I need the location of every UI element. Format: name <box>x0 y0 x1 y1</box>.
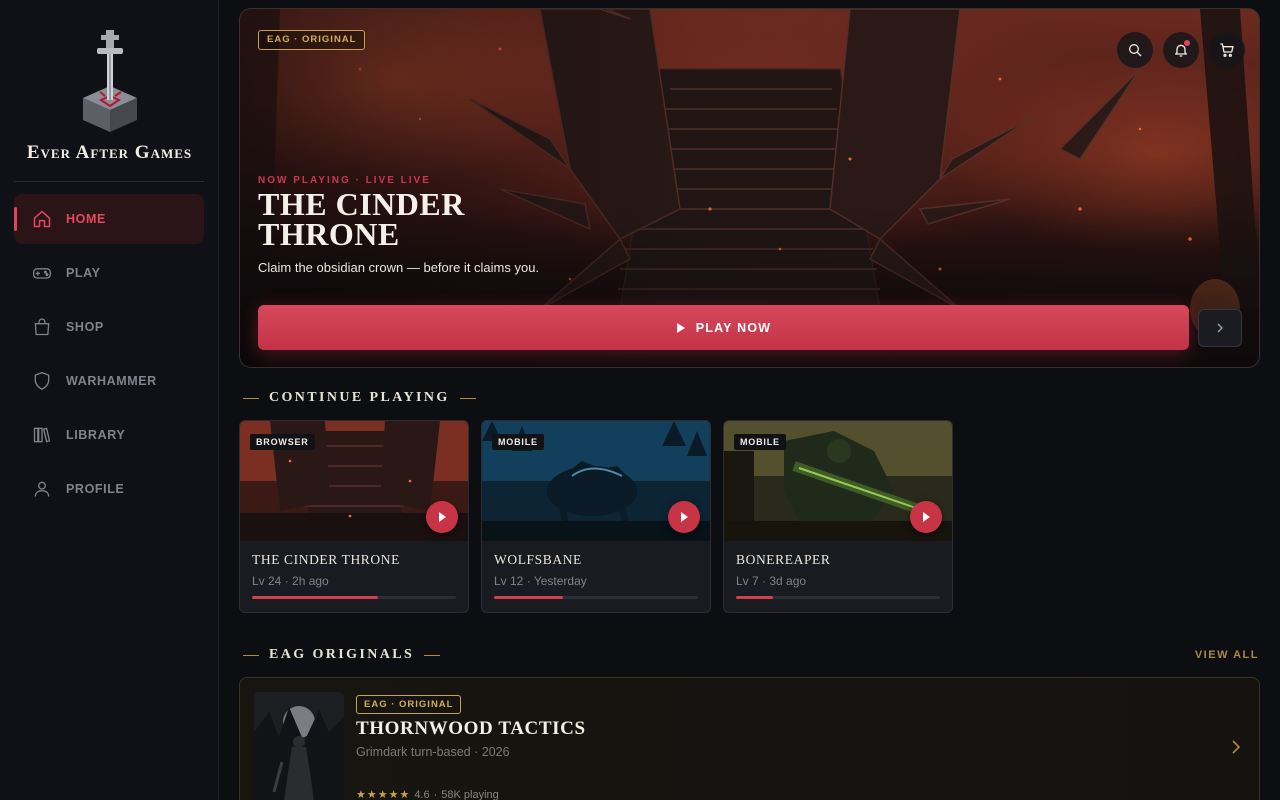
shopping-bag-icon <box>32 317 52 337</box>
platform-tag: BROWSER <box>250 434 315 450</box>
game-meta: Lv 12 · Yesterday <box>494 574 587 588</box>
continue-playing-header: CONTINUE PLAYING <box>243 390 476 406</box>
original-badge: EAG · ORIGINAL <box>356 695 462 714</box>
rating-value: 4.6 <box>414 788 430 800</box>
sidebar-item-library[interactable]: LIBRARY <box>14 410 204 460</box>
game-title: WOLFSBANE <box>494 552 582 567</box>
sidebar-item-label: PLAY <box>66 266 101 280</box>
hero-title: THE CINDER THRONE <box>258 186 465 252</box>
players-count: 58K playing <box>441 788 499 800</box>
platform-tag: MOBILE <box>492 434 544 450</box>
play-icon <box>923 512 930 522</box>
platform-tag: MOBILE <box>734 434 786 450</box>
shield-icon <box>32 371 52 391</box>
rating-separator: · <box>433 788 438 800</box>
game-level: Lv 24 <box>252 574 282 588</box>
sidebar-item-label: SHOP <box>66 320 104 334</box>
progress-bar <box>736 596 940 599</box>
hero-banner[interactable]: EAG · ORIGINAL NOW PLAYING · LIVE LIVE T… <box>239 8 1260 368</box>
last-played: 3d ago <box>769 574 807 588</box>
play-now-label: PLAY NOW <box>695 320 772 335</box>
featured-subtitle: Grimdark turn-based · 2026 <box>356 745 510 759</box>
search-icon <box>1129 44 1142 57</box>
last-played: 2h ago <box>292 574 329 588</box>
originals-header: EAG ORIGINALS <box>243 647 441 663</box>
user-icon <box>32 479 52 499</box>
main-nav: HOME PLAY SHOP WARHAMMER LIBRARY PROFILE <box>14 194 204 518</box>
progress-fill <box>494 596 564 599</box>
game-meta: Lv 7 · 3d ago <box>736 574 807 588</box>
hero-subtitle: Claim the obsidian crown — before it cla… <box>258 260 540 275</box>
game-level: Lv 12 <box>494 574 524 588</box>
game-card[interactable]: MOBILE BONEREAPER Lv 7 · 3d ago <box>723 420 953 613</box>
game-card[interactable]: BROWSER THE CINDER THRONE Lv 24 · 2h ago <box>239 420 469 613</box>
chevron-right-icon <box>1217 323 1223 333</box>
card-play-button[interactable] <box>910 501 942 533</box>
sidebar-item-profile[interactable]: PROFILE <box>14 464 204 514</box>
original-badge: EAG · ORIGINAL <box>258 30 366 50</box>
star-rating-icon: ★★★★★ <box>356 789 411 800</box>
library-icon <box>32 425 52 445</box>
last-played: Yesterday <box>533 574 587 588</box>
heading-rule <box>424 654 441 656</box>
featured-rating: ★★★★★ 4.6 · 58K playing <box>356 788 499 800</box>
home-icon <box>32 209 52 229</box>
sidebar-divider <box>14 181 204 182</box>
sidebar-item-label: LIBRARY <box>66 428 126 442</box>
brand-logo[interactable] <box>0 26 219 141</box>
game-thumbnail <box>254 692 344 800</box>
notification-dot <box>1184 40 1190 46</box>
sidebar-item-warhammer[interactable]: WARHAMMER <box>14 356 204 406</box>
play-icon <box>681 512 688 522</box>
sidebar-item-home[interactable]: HOME <box>14 194 204 244</box>
game-card[interactable]: MOBILE WOLFSBANE Lv 12 · Yesterday <box>481 420 711 613</box>
chevron-right-icon[interactable] <box>1231 740 1241 759</box>
sidebar-item-play[interactable]: PLAY <box>14 248 204 298</box>
sidebar-item-label: WARHAMMER <box>66 374 157 388</box>
heading-rule <box>459 397 476 399</box>
featured-original-card[interactable]: EAG · ORIGINAL THORNWOOD TACTICS Grimdar… <box>239 677 1260 800</box>
play-icon <box>439 512 446 522</box>
hero-kicker: NOW PLAYING · LIVE LIVE <box>258 175 431 186</box>
brand-name: Ever After Games <box>26 142 193 163</box>
view-all-link[interactable]: VIEW ALL <box>1195 649 1259 661</box>
featured-title: THORNWOOD TACTICS <box>356 718 586 739</box>
heading-rule <box>243 654 259 656</box>
section-title: CONTINUE PLAYING <box>269 390 450 405</box>
sidebar-item-label: HOME <box>66 212 106 226</box>
game-title: THE CINDER THRONE <box>252 552 400 567</box>
section-title: EAG ORIGINALS <box>269 647 415 662</box>
progress-bar <box>494 596 698 599</box>
sidebar: Ever After Games HOME PLAY SHOP WARHAMME… <box>0 0 219 800</box>
play-now-button[interactable]: PLAY NOW <box>258 305 1189 350</box>
progress-bar <box>252 596 456 599</box>
cart-button[interactable] <box>1209 32 1245 68</box>
heading-rule <box>243 397 259 399</box>
play-icon <box>676 322 685 333</box>
gamepad-icon <box>32 263 52 283</box>
card-play-button[interactable] <box>426 501 458 533</box>
card-play-button[interactable] <box>668 501 700 533</box>
sidebar-item-shop[interactable]: SHOP <box>14 302 204 352</box>
game-meta: Lv 24 · 2h ago <box>252 574 329 588</box>
sidebar-item-label: PROFILE <box>66 482 125 496</box>
sword-anvil-logo-icon <box>82 30 137 132</box>
progress-fill <box>252 596 379 599</box>
cart-icon <box>1220 43 1234 57</box>
game-level: Lv 7 <box>736 574 759 588</box>
hero-actions <box>1117 32 1245 68</box>
hero-next-button[interactable] <box>1198 309 1242 347</box>
game-title: BONEREAPER <box>736 552 831 567</box>
notifications-button[interactable] <box>1163 32 1199 68</box>
search-button[interactable] <box>1117 32 1153 68</box>
progress-fill <box>736 596 773 599</box>
